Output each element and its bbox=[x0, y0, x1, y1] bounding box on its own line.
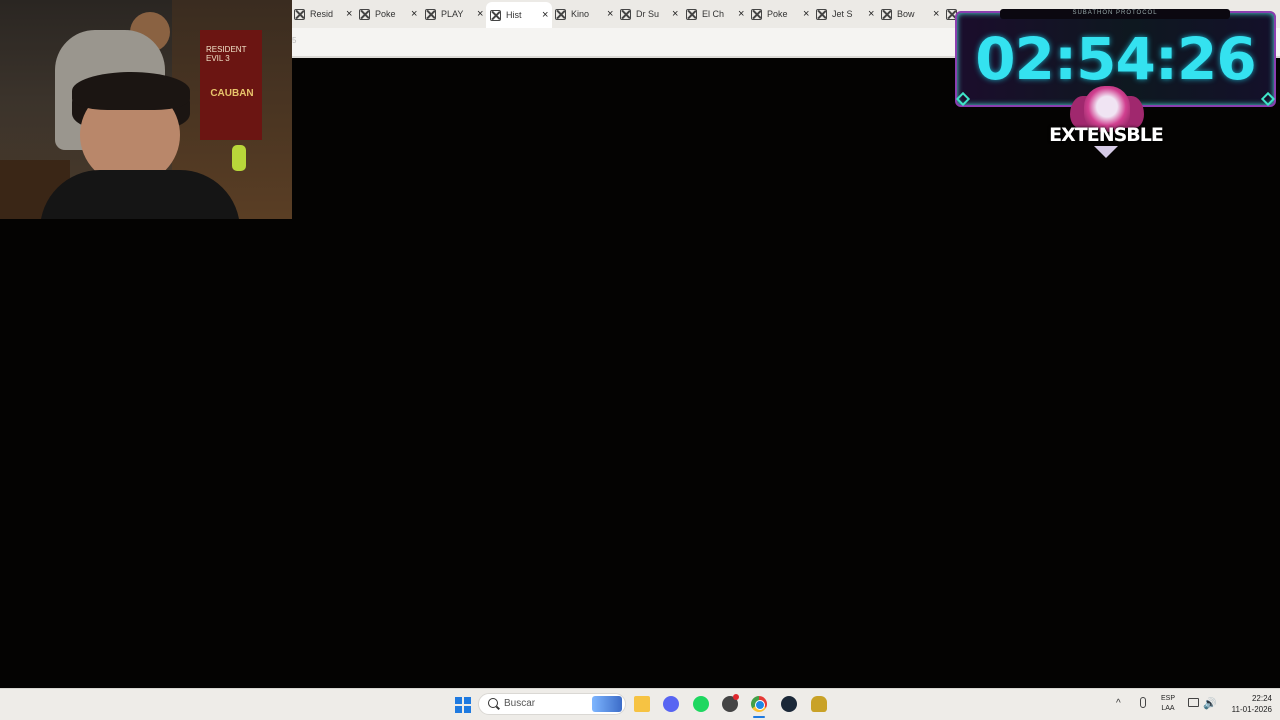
tab-label: Poke bbox=[767, 9, 788, 19]
timer-caption: SUBATHON PROTOCOL bbox=[1072, 10, 1158, 16]
tab-favicon-icon bbox=[686, 8, 697, 20]
game-app-icon[interactable] bbox=[811, 696, 827, 712]
webcam-box-brand: CAUBAN bbox=[210, 88, 254, 99]
tab-close-icon[interactable]: × bbox=[933, 8, 939, 20]
clock-date: 11-01-2026 bbox=[1231, 705, 1272, 714]
language-code: ESP bbox=[1160, 695, 1175, 702]
webcam-person-hair-top bbox=[72, 72, 190, 110]
tab[interactable]: Jet S × bbox=[816, 4, 874, 24]
tab-favicon-icon bbox=[294, 8, 305, 20]
file-explorer-icon[interactable] bbox=[634, 696, 650, 712]
language-layout: LAA bbox=[1161, 705, 1175, 712]
tab-favicon-icon bbox=[620, 8, 631, 20]
tab-label: Jet S bbox=[832, 9, 853, 19]
brand-logo-text: EXTENSBLE bbox=[1049, 124, 1164, 146]
tray-chevron-up-icon[interactable]: ^ bbox=[1116, 698, 1121, 709]
tab[interactable]: El Ch × bbox=[686, 4, 744, 24]
windows-start-icon[interactable] bbox=[455, 697, 471, 713]
notification-dot bbox=[733, 694, 739, 700]
tab-favicon-icon bbox=[881, 8, 892, 20]
tab[interactable]: Kino × bbox=[555, 4, 613, 24]
webcam-person-body bbox=[40, 170, 240, 219]
tab-label: Resid bbox=[310, 9, 334, 19]
tab[interactable]: PLAY × bbox=[425, 4, 483, 24]
taskbar-clock[interactable]: 22:24 11-01-2026 bbox=[1222, 693, 1272, 715]
discord-icon[interactable] bbox=[663, 696, 679, 712]
tab-label: Bow bbox=[897, 9, 915, 19]
tab-close-icon[interactable]: × bbox=[477, 8, 483, 20]
tab-close-icon[interactable]: × bbox=[607, 8, 613, 20]
tab-favicon-icon bbox=[359, 8, 370, 20]
tab[interactable]: Resid × bbox=[294, 4, 352, 24]
tab-favicon-icon bbox=[555, 8, 566, 20]
spotify-icon[interactable] bbox=[693, 696, 709, 712]
taskbar-search-input[interactable]: Buscar bbox=[504, 698, 535, 709]
tab-favicon-icon bbox=[816, 8, 827, 20]
tab-close-icon[interactable]: × bbox=[411, 8, 417, 20]
tab-label: Hist bbox=[506, 10, 522, 20]
tab-close-icon[interactable]: × bbox=[803, 8, 809, 20]
webcam-bottle bbox=[232, 145, 246, 171]
tab-active[interactable]: Hist × bbox=[486, 2, 553, 28]
tab-label: Kino bbox=[571, 9, 590, 19]
microphone-icon[interactable] bbox=[1140, 697, 1146, 708]
language-indicator[interactable]: ESP LAA bbox=[1158, 694, 1178, 714]
tab-label: El Ch bbox=[702, 9, 725, 19]
clock-time: 22:24 bbox=[1251, 694, 1272, 703]
address-bar-text: 5 bbox=[292, 36, 297, 45]
tab-close-icon[interactable]: × bbox=[542, 9, 548, 21]
tab-close-icon[interactable]: × bbox=[868, 8, 874, 20]
mascot-base bbox=[1094, 146, 1118, 158]
tab[interactable]: Poke × bbox=[751, 4, 809, 24]
active-app-indicator bbox=[753, 716, 765, 718]
tab-close-icon[interactable]: × bbox=[738, 8, 744, 20]
tab-favicon-icon bbox=[751, 8, 762, 20]
subathon-timer: 02:54:26 bbox=[975, 25, 1257, 93]
steam-icon[interactable] bbox=[781, 696, 797, 712]
tab-favicon-icon bbox=[425, 8, 436, 20]
chrome-icon[interactable] bbox=[751, 696, 767, 712]
tab-label: PLAY bbox=[441, 9, 464, 19]
webcam-box-title: RESIDENT EVIL 3 bbox=[206, 45, 247, 63]
network-icon[interactable] bbox=[1188, 698, 1199, 707]
tab[interactable]: Bow × bbox=[881, 4, 939, 24]
search-highlight-icon bbox=[592, 696, 622, 712]
tab[interactable]: Poke × bbox=[359, 4, 417, 24]
webcam-overlay: RESIDENT EVIL 3 CAUBAN bbox=[0, 0, 292, 219]
tab-favicon-icon bbox=[490, 9, 501, 21]
search-icon bbox=[488, 698, 498, 708]
volume-icon[interactable]: 🔊 bbox=[1203, 697, 1217, 710]
tab[interactable]: Dr Su × bbox=[620, 4, 678, 24]
tab-label: Dr Su bbox=[636, 9, 660, 19]
tab-close-icon[interactable]: × bbox=[346, 8, 352, 20]
tab-label: Poke bbox=[375, 9, 396, 19]
tab-close-icon[interactable]: × bbox=[672, 8, 678, 20]
